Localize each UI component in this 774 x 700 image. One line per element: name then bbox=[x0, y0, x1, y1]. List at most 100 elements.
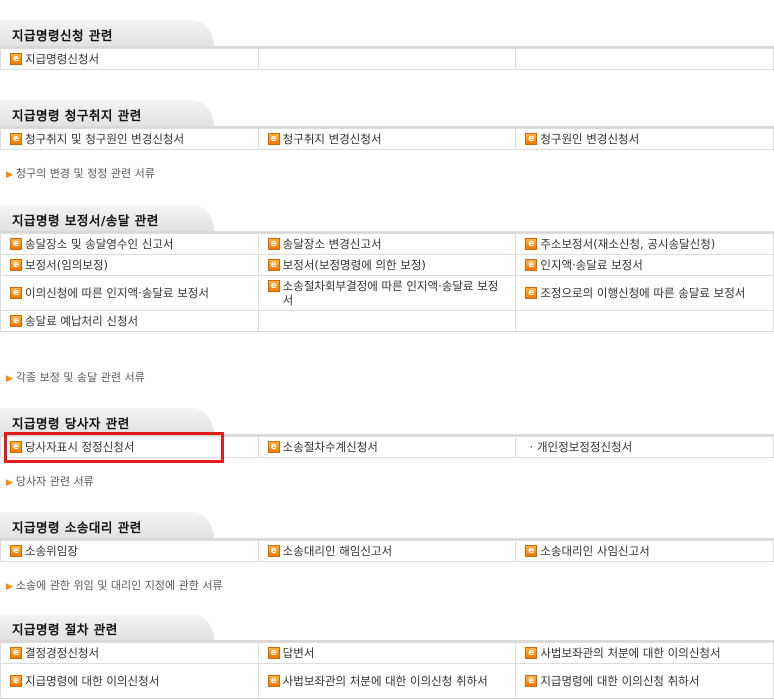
form-link[interactable]: 사법보좌관의 처분에 대한 이의신청 취하서 bbox=[283, 674, 488, 688]
section-litigation-agent: 지급명령 소송대리 관련 e 소송위임장 e 소송대리인 해임신고서 e 소송대리인 … bbox=[0, 512, 774, 562]
section-tab: 지급명령 소송대리 관련 bbox=[0, 512, 774, 540]
form-link[interactable]: 지급명령에 대한 이의신청서 bbox=[25, 674, 159, 688]
form-table: e 청구취지 및 청구원인 변경신청서 e 청구취지 변경신청서 e 청구원인 변경신… bbox=[0, 128, 774, 150]
form-link[interactable]: 보정서(보정명령에 의한 보정) bbox=[283, 258, 426, 272]
related-docs-link[interactable]: ▶ 청구의 변경 및 정정 관련 서류 bbox=[6, 165, 155, 181]
section-procedure: 지급명령 절차 관련 e 결정경정신청서 e 답변서 e 사법보좌관의 처분에 대한 … bbox=[0, 614, 774, 699]
form-cell[interactable]: e 청구취지 변경신청서 bbox=[257, 128, 517, 150]
form-cell[interactable]: e 청구취지 및 청구원인 변경신청서 bbox=[0, 128, 259, 150]
form-link[interactable]: 당사자표시 정정신청서 bbox=[25, 440, 134, 454]
form-cell[interactable]: e 청구원인 변경신청서 bbox=[515, 128, 774, 150]
form-cell[interactable]: e 결정경정신청서 bbox=[0, 642, 259, 664]
related-docs-label[interactable]: 당사자 관련 서류 bbox=[16, 475, 94, 488]
form-cell[interactable]: e 주소보정서(재소신청, 공시송달신청) bbox=[515, 233, 774, 255]
e-document-icon: e bbox=[10, 675, 22, 687]
form-link[interactable]: 송달장소 및 송달영수인 신고서 bbox=[25, 237, 174, 251]
form-cell[interactable]: e 소송대리인 해임신고서 bbox=[257, 540, 517, 562]
section-tab: 지급명령 보정서/송달 관련 bbox=[0, 205, 774, 233]
form-link[interactable]: 답변서 bbox=[283, 646, 315, 660]
e-document-icon: e bbox=[267, 133, 280, 145]
form-link[interactable]: 사법보좌관의 처분에 대한 이의신청서 bbox=[540, 646, 720, 660]
section-title: 지급명령 소송대리 관련 bbox=[12, 520, 142, 535]
empty-cell bbox=[257, 310, 517, 332]
form-link[interactable]: 소송대리인 사임신고서 bbox=[540, 544, 649, 558]
form-cell[interactable]: e 지급명령에 대한 이의신청서 bbox=[0, 663, 259, 699]
form-cell[interactable]: e 답변서 bbox=[257, 642, 517, 664]
arrow-right-icon: ▶ bbox=[6, 170, 13, 180]
form-cell[interactable]: e 소송대리인 사임신고서 bbox=[515, 540, 774, 562]
form-cell[interactable]: e 사법보좌관의 처분에 대한 이의신청서 bbox=[515, 642, 774, 664]
e-document-icon: e bbox=[525, 259, 538, 271]
e-document-icon: e bbox=[525, 238, 538, 250]
form-cell[interactable]: e 소송위임장 bbox=[0, 540, 259, 562]
e-document-icon: e bbox=[525, 647, 538, 659]
form-cell[interactable]: e 인지액·송달료 보정서 bbox=[515, 254, 774, 276]
form-link[interactable]: 인지액·송달료 보정서 bbox=[540, 258, 643, 272]
form-table: e 소송위임장 e 소송대리인 해임신고서 e 소송대리인 사임신고서 bbox=[0, 540, 774, 562]
form-link[interactable]: 송달장소 변경신고서 bbox=[283, 237, 382, 251]
empty-cell bbox=[515, 48, 774, 70]
form-link[interactable]: 소송대리인 해임신고서 bbox=[283, 544, 392, 558]
form-cell[interactable]: e 소송절차수계신청서 bbox=[257, 436, 517, 458]
related-docs-label[interactable]: 소송에 관한 위임 및 대리인 지정에 관한 서류 bbox=[16, 579, 223, 592]
e-document-icon: e bbox=[10, 545, 22, 557]
form-cell[interactable]: e 지급명령신청서 bbox=[0, 48, 259, 70]
form-cell[interactable]: e 송달장소 변경신고서 bbox=[257, 233, 517, 255]
related-docs-link[interactable]: ▶ 각종 보정 및 송달 관련 서류 bbox=[6, 369, 145, 385]
e-document-icon: e bbox=[267, 545, 280, 557]
section-claim-purpose: 지급명령 청구취지 관련 e 청구취지 및 청구원인 변경신청서 e 청구취지 변경… bbox=[0, 100, 774, 150]
e-document-icon: e bbox=[267, 675, 280, 687]
form-cell[interactable]: e 당사자표시 정정신청서 bbox=[0, 436, 259, 458]
form-link[interactable]: 지급명령신청서 bbox=[25, 52, 99, 66]
form-cell[interactable]: e 송달장소 및 송달영수인 신고서 bbox=[0, 233, 259, 255]
e-document-icon: e bbox=[525, 287, 538, 299]
form-link[interactable]: 주소보정서(재소신청, 공시송달신청) bbox=[540, 237, 715, 251]
form-cell[interactable]: e 송달료 예납처리 신청서 bbox=[0, 310, 259, 332]
form-link[interactable]: 청구취지 및 청구원인 변경신청서 bbox=[25, 132, 184, 146]
e-document-icon: e bbox=[525, 545, 538, 557]
form-link[interactable]: 지급명령에 대한 이의신청 취하서 bbox=[540, 674, 699, 688]
form-link[interactable]: 청구원인 변경신청서 bbox=[540, 132, 639, 146]
form-cell[interactable]: e 보정서(보정명령에 의한 보정) bbox=[257, 254, 517, 276]
e-document-icon: e bbox=[267, 647, 280, 659]
form-cell[interactable]: e 이의신청에 따른 인지액·송달료 보정서 bbox=[0, 275, 259, 311]
section-title: 지급명령 청구취지 관련 bbox=[12, 108, 142, 123]
related-docs-link[interactable]: ▶ 소송에 관한 위임 및 대리인 지정에 관한 서류 bbox=[6, 577, 223, 593]
section-title: 지급명령신청 관련 bbox=[12, 28, 113, 43]
form-link[interactable]: 소송위임장 bbox=[25, 544, 78, 558]
form-cell[interactable]: e 지급명령에 대한 이의신청 취하서 bbox=[515, 663, 774, 699]
form-cell[interactable]: e 소송절차회부결정에 따른 인지액·송달료 보정서 bbox=[257, 275, 517, 311]
section-title: 지급명령 당사자 관련 bbox=[12, 416, 130, 431]
form-table: e 송달장소 및 송달영수인 신고서 e 송달장소 변경신고서 e 주소보정서(재소신… bbox=[0, 233, 774, 332]
related-docs-link[interactable]: ▶ 당사자 관련 서류 bbox=[6, 473, 94, 489]
e-document-icon: e bbox=[10, 287, 22, 299]
form-link[interactable]: 조정으로의 이행신청에 따른 송달료 보정서 bbox=[540, 286, 745, 300]
form-cell[interactable]: e 조정으로의 이행신청에 따른 송달료 보정서 bbox=[515, 275, 774, 311]
e-document-icon: e bbox=[10, 53, 22, 65]
form-link[interactable]: 이의신청에 따른 인지액·송달료 보정서 bbox=[25, 286, 209, 300]
related-docs-label[interactable]: 청구의 변경 및 정정 관련 서류 bbox=[16, 167, 155, 180]
e-document-icon: e bbox=[267, 280, 280, 292]
form-link[interactable]: 소송절차회부결정에 따른 인지액·송달료 보정서 bbox=[283, 279, 508, 307]
form-table: e 지급명령신청서 bbox=[0, 48, 774, 70]
section-title: 지급명령 절차 관련 bbox=[12, 622, 118, 637]
form-link[interactable]: 보정서(임의보정) bbox=[25, 258, 108, 272]
e-document-icon: e bbox=[10, 441, 22, 453]
form-link[interactable]: 개인정보정정신청서 bbox=[537, 440, 632, 454]
e-document-icon: e bbox=[10, 133, 22, 145]
form-link[interactable]: 결정경정신청서 bbox=[25, 646, 99, 660]
form-link[interactable]: 청구취지 변경신청서 bbox=[283, 132, 382, 146]
e-document-icon: e bbox=[10, 238, 22, 250]
empty-cell bbox=[257, 48, 517, 70]
form-cell[interactable]: e 보정서(임의보정) bbox=[0, 254, 259, 276]
form-cell[interactable]: · 개인정보정정신청서 bbox=[515, 436, 774, 458]
form-link[interactable]: 소송절차수계신청서 bbox=[283, 440, 378, 454]
e-document-icon: e bbox=[525, 133, 538, 145]
form-link[interactable]: 송달료 예납처리 신청서 bbox=[25, 314, 138, 328]
related-docs-label[interactable]: 각종 보정 및 송달 관련 서류 bbox=[16, 371, 145, 384]
e-document-icon: e bbox=[267, 259, 280, 271]
form-cell[interactable]: e 사법보좌관의 처분에 대한 이의신청 취하서 bbox=[257, 663, 517, 699]
arrow-right-icon: ▶ bbox=[6, 582, 13, 592]
arrow-right-icon: ▶ bbox=[6, 374, 13, 384]
section-payment-order-application: 지급명령신청 관련 e 지급명령신청서 bbox=[0, 20, 774, 70]
